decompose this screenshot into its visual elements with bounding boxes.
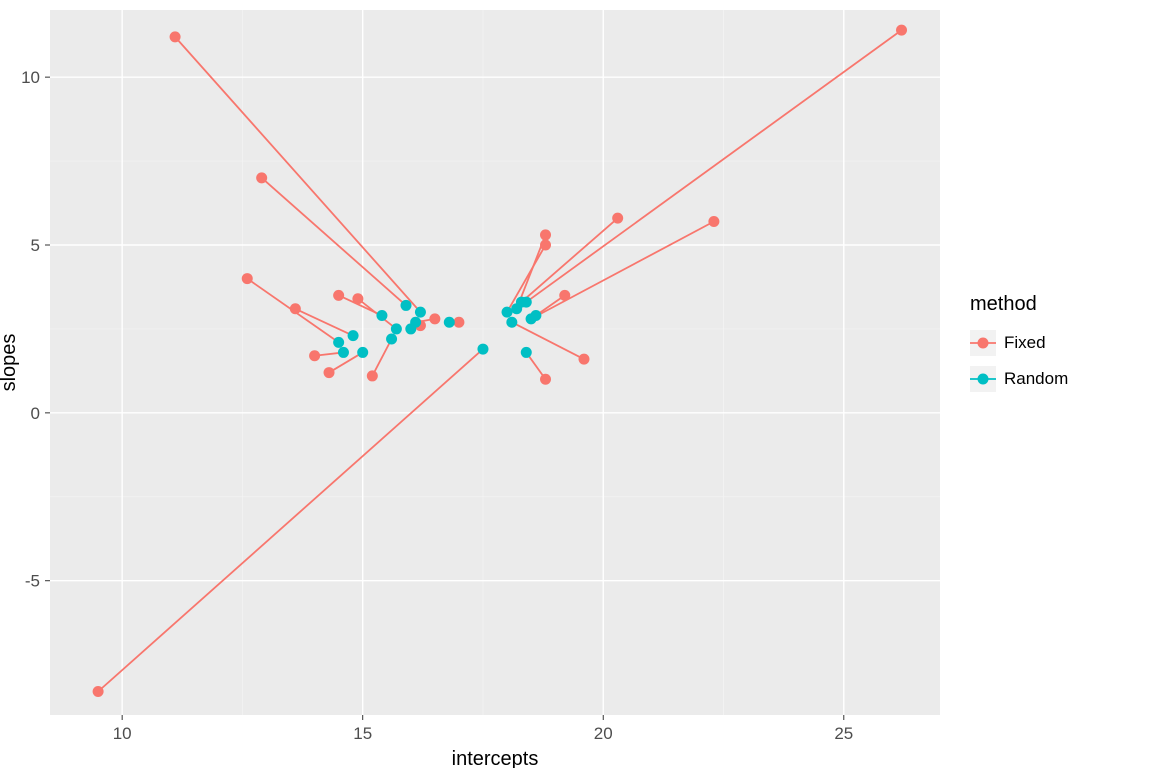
x-tick-label: 15 (353, 724, 372, 743)
point-fixed (290, 303, 301, 314)
point-random (444, 317, 455, 328)
point-random (502, 307, 513, 318)
point-random (348, 330, 359, 341)
x-tick-label: 10 (113, 724, 132, 743)
y-axis-title: slopes (0, 334, 20, 392)
legend-label: Fixed (1004, 333, 1046, 352)
x-tick-label: 20 (594, 724, 613, 743)
legend-title: method (970, 293, 1037, 315)
point-random (410, 317, 421, 328)
point-random (386, 334, 397, 345)
y-tick-label: -5 (25, 572, 40, 591)
point-fixed (896, 25, 907, 36)
point-random (526, 313, 537, 324)
y-tick-label: 10 (21, 68, 40, 87)
point-random (338, 347, 349, 358)
point-fixed (579, 354, 590, 365)
y-tick-label: 5 (31, 236, 40, 255)
legend-label: Random (1004, 369, 1068, 388)
point-random (391, 323, 402, 334)
point-random (415, 307, 426, 318)
point-random (333, 337, 344, 348)
x-tick-label: 25 (834, 724, 853, 743)
point-fixed (242, 273, 253, 284)
point-fixed (333, 290, 344, 301)
point-fixed (540, 374, 551, 385)
point-random (401, 300, 412, 311)
scatter-chart: 10 15 20 25 -5 0 5 10 intercepts slopes method Fixe… (0, 0, 1152, 768)
point-fixed (93, 686, 104, 697)
point-fixed (540, 240, 551, 251)
chart-container: 10 15 20 25 -5 0 5 10 intercepts slopes method Fixe… (0, 0, 1152, 768)
point-random (521, 297, 532, 308)
y-tick-label: 0 (31, 404, 40, 423)
x-axis-title: intercepts (452, 748, 539, 768)
point-fixed (612, 213, 623, 224)
plot-panel (50, 10, 940, 715)
point-random (506, 317, 517, 328)
point-fixed (324, 367, 335, 378)
point-random (357, 347, 368, 358)
point-fixed (256, 172, 267, 183)
legend-point-icon (978, 374, 989, 385)
point-fixed (309, 350, 320, 361)
legend-point-icon (978, 338, 989, 349)
point-fixed (429, 313, 440, 324)
point-fixed (453, 317, 464, 328)
point-fixed (708, 216, 719, 227)
point-fixed (559, 290, 570, 301)
point-fixed (170, 31, 181, 42)
point-random (376, 310, 387, 321)
point-fixed (540, 229, 551, 240)
point-random (477, 344, 488, 355)
point-random (521, 347, 532, 358)
point-fixed (367, 370, 378, 381)
point-fixed (352, 293, 363, 304)
